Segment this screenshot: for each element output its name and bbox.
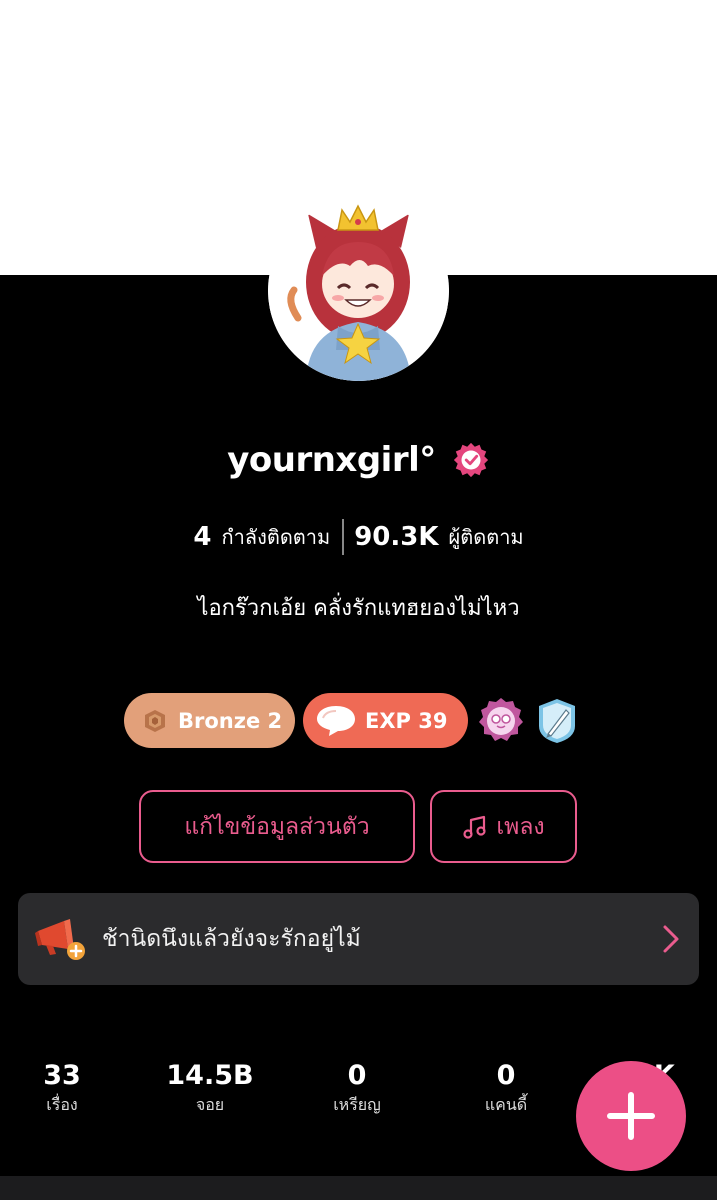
bottom-tab-bar	[0, 1176, 717, 1200]
stat-value: 0	[347, 1060, 367, 1091]
stat-label: เรื่อง	[46, 1095, 78, 1114]
achievement-badge-icon[interactable]	[476, 696, 526, 746]
follow-divider	[342, 519, 345, 555]
music-button[interactable]: เพลง	[430, 790, 577, 863]
rank-label: Bronze 2	[178, 708, 283, 733]
chevron-right-icon[interactable]	[661, 924, 681, 954]
rank-badge[interactable]: Bronze 2	[124, 693, 295, 748]
plus-icon	[607, 1092, 655, 1140]
stat-label: จอย	[195, 1095, 225, 1114]
avatar[interactable]	[268, 200, 449, 381]
stat-value: 33	[43, 1060, 81, 1091]
username-row: yournxgirl°	[0, 436, 717, 484]
following-count[interactable]: 4	[193, 522, 211, 552]
announcement-card[interactable]: ช้านิดนึงแล้วยังจะรักอยู่ไม้	[18, 893, 699, 985]
stat-coins[interactable]: 0 เหรียญ	[333, 1058, 381, 1116]
edit-profile-label: แก้ไขข้อมูลส่วนตัว	[184, 813, 370, 840]
music-note-icon	[463, 815, 486, 839]
avatar-illustration	[268, 200, 449, 381]
stat-label: แคนดี้	[484, 1095, 528, 1114]
username: yournxgirl°	[227, 440, 436, 480]
bio: ไอกร๊วกเอ้ย คลั่งรักแทฮยองไม่ไหว	[197, 596, 520, 621]
verified-badge-icon	[453, 442, 488, 478]
speech-bubble-icon	[317, 705, 355, 736]
bronze-medal-icon	[145, 709, 165, 732]
stat-joy[interactable]: 14.5B จอย	[166, 1058, 253, 1116]
stat-value: 0	[496, 1060, 516, 1091]
music-label: เพลง	[496, 813, 545, 840]
writer-badge-icon[interactable]	[532, 696, 582, 746]
exp-label: EXP 39	[365, 708, 448, 733]
followers-count[interactable]: 90.3K	[354, 522, 438, 552]
stat-label: เหรียญ	[333, 1095, 381, 1114]
megaphone-icon	[35, 919, 85, 960]
followers-label[interactable]: ผู้ติดตาม	[449, 521, 524, 553]
stat-value: 14.5B	[166, 1060, 254, 1091]
stat-candy[interactable]: 0 แคนดี้	[485, 1058, 527, 1116]
exp-badge[interactable]: EXP 39	[303, 693, 468, 748]
badge-row: Bronze 2 EXP 39	[124, 693, 582, 748]
create-fab-button[interactable]	[576, 1061, 686, 1171]
follow-stats: 4 กำลังติดตาม 90.3K ผู้ติดตาม	[0, 516, 717, 558]
edit-profile-button[interactable]: แก้ไขข้อมูลส่วนตัว	[139, 790, 415, 863]
following-label[interactable]: กำลังติดตาม	[221, 521, 330, 553]
announcement-text: ช้านิดนึงแล้วยังจะรักอยู่ไม้	[102, 926, 361, 952]
stat-stories[interactable]: 33 เรื่อง	[43, 1058, 81, 1116]
